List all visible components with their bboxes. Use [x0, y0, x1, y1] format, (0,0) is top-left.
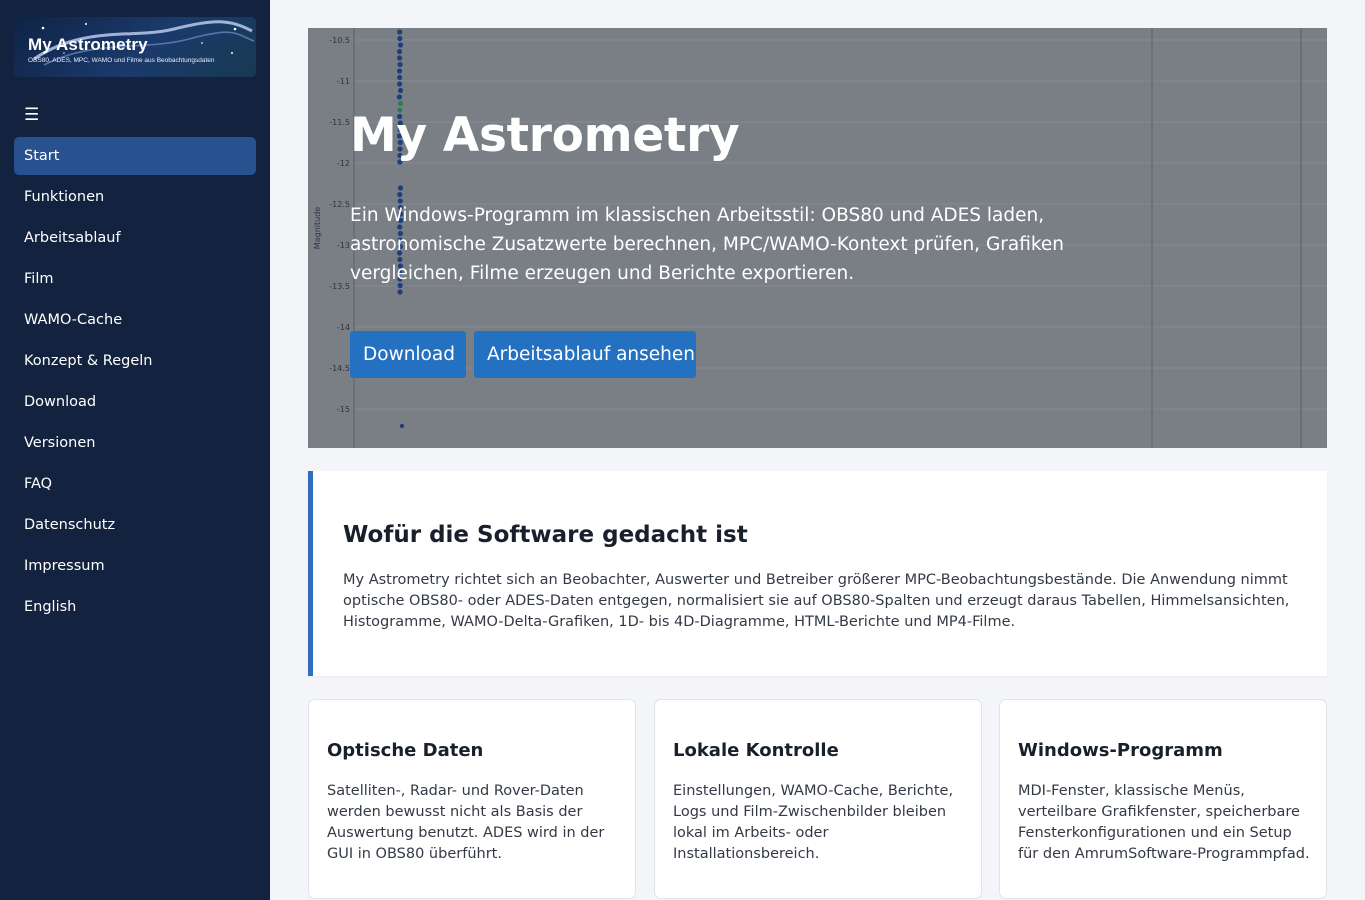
- feature-card-title: Optische Daten: [327, 740, 483, 761]
- plot-data-point: [397, 55, 402, 60]
- plot-data-point: [397, 29, 402, 34]
- feature-card-local-control: Lokale Kontrolle Einstellungen, WAMO-Cac…: [654, 699, 982, 899]
- plot-data-point: [397, 49, 402, 54]
- logo-subtitle: OBS80, ADES, MPC, WAMO und Filme aus Beo…: [28, 57, 215, 64]
- plot-y-axis-label: Magnitude: [313, 207, 322, 249]
- feature-card-text: Einstellungen, WAMO-Cache, Berichte, Log…: [673, 781, 968, 865]
- plot-y-tick-label: -13: [337, 241, 350, 250]
- plot-data-point: [398, 88, 403, 93]
- plot-y-tick-label: -14: [337, 323, 350, 332]
- plot-y-tick-label: -12.5: [329, 200, 350, 209]
- plot-y-tick-label: -11: [337, 77, 350, 86]
- plot-data-point: [397, 36, 402, 41]
- plot-y-tick-label: -11.5: [329, 118, 350, 127]
- feature-card-title: Lokale Kontrolle: [673, 740, 839, 761]
- plot-y-tick-label: -10.5: [329, 36, 350, 45]
- nav-item-arbeitsablauf[interactable]: Arbeitsablauf: [14, 219, 256, 257]
- plot-y-tick-label: -14.5: [329, 364, 350, 373]
- view-workflow-button[interactable]: Arbeitsablauf ansehen: [474, 331, 696, 378]
- plot-data-point: [397, 68, 402, 73]
- plot-data-point: [398, 42, 403, 47]
- nav-item-english[interactable]: English: [14, 588, 256, 626]
- hamburger-menu-icon[interactable]: ☰: [24, 104, 39, 126]
- hero-section: -10.5 -11 -11.5 -12 -12.5 -13 -13.5 -14 -14.5 -15…: [308, 28, 1327, 448]
- feature-card-optical-data: Optische Daten Satelliten-, Radar- und R…: [308, 699, 636, 899]
- nav-item-impressum[interactable]: Impressum: [14, 547, 256, 585]
- nav-item-funktionen[interactable]: Funktionen: [14, 178, 256, 216]
- nav-item-faq[interactable]: FAQ: [14, 465, 256, 503]
- nav-item-konzept-regeln[interactable]: Konzept & Regeln: [14, 342, 256, 380]
- plot-data-point: [397, 192, 402, 197]
- site-logo[interactable]: My Astrometry OBS80, ADES, MPC, WAMO und…: [14, 17, 256, 77]
- intro-card: Wofür die Software gedacht ist My Astrom…: [308, 471, 1327, 676]
- feature-card-windows-program: Windows-Programm MDI-Fenster, klassische…: [999, 699, 1327, 899]
- nav-item-start[interactable]: Start: [14, 137, 256, 175]
- intro-text: My Astrometry richtet sich an Beobachter…: [343, 570, 1303, 633]
- nav-item-download[interactable]: Download: [14, 383, 256, 421]
- logo-title: My Astrometry: [28, 35, 148, 55]
- feature-card-title: Windows-Programm: [1018, 740, 1223, 761]
- plot-data-point: [397, 62, 402, 67]
- plot-data-point: [398, 289, 403, 294]
- feature-card-text: MDI-Fenster, klassische Menüs, verteilba…: [1018, 781, 1313, 865]
- plot-y-tick-label: -12: [337, 159, 350, 168]
- plot-y-tick-label: -13.5: [329, 282, 350, 291]
- download-button[interactable]: Download: [350, 331, 466, 378]
- hero-description: Ein Windows-Programm im klassischen Arbe…: [350, 201, 1170, 288]
- sidebar: My Astrometry OBS80, ADES, MPC, WAMO und…: [0, 0, 270, 900]
- plot-data-point: [398, 185, 403, 190]
- plot-y-tick-label: -15: [337, 405, 350, 414]
- nav-item-film[interactable]: Film: [14, 260, 256, 298]
- plot-data-point: [400, 424, 404, 428]
- nav-item-wamo-cache[interactable]: WAMO-Cache: [14, 301, 256, 339]
- nav-item-datenschutz[interactable]: Datenschutz: [14, 506, 256, 544]
- plot-data-point: [397, 75, 402, 80]
- nav-item-versionen[interactable]: Versionen: [14, 424, 256, 462]
- feature-card-text: Satelliten-, Radar- und Rover-Daten werd…: [327, 781, 622, 865]
- plot-data-point: [397, 94, 402, 99]
- plot-data-point: [397, 81, 402, 86]
- intro-heading: Wofür die Software gedacht ist: [343, 522, 748, 548]
- plot-data-point: [398, 101, 403, 106]
- sidebar-nav: Start Funktionen Arbeitsablauf Film WAMO…: [14, 137, 256, 629]
- hero-title: My Astrometry: [350, 108, 739, 163]
